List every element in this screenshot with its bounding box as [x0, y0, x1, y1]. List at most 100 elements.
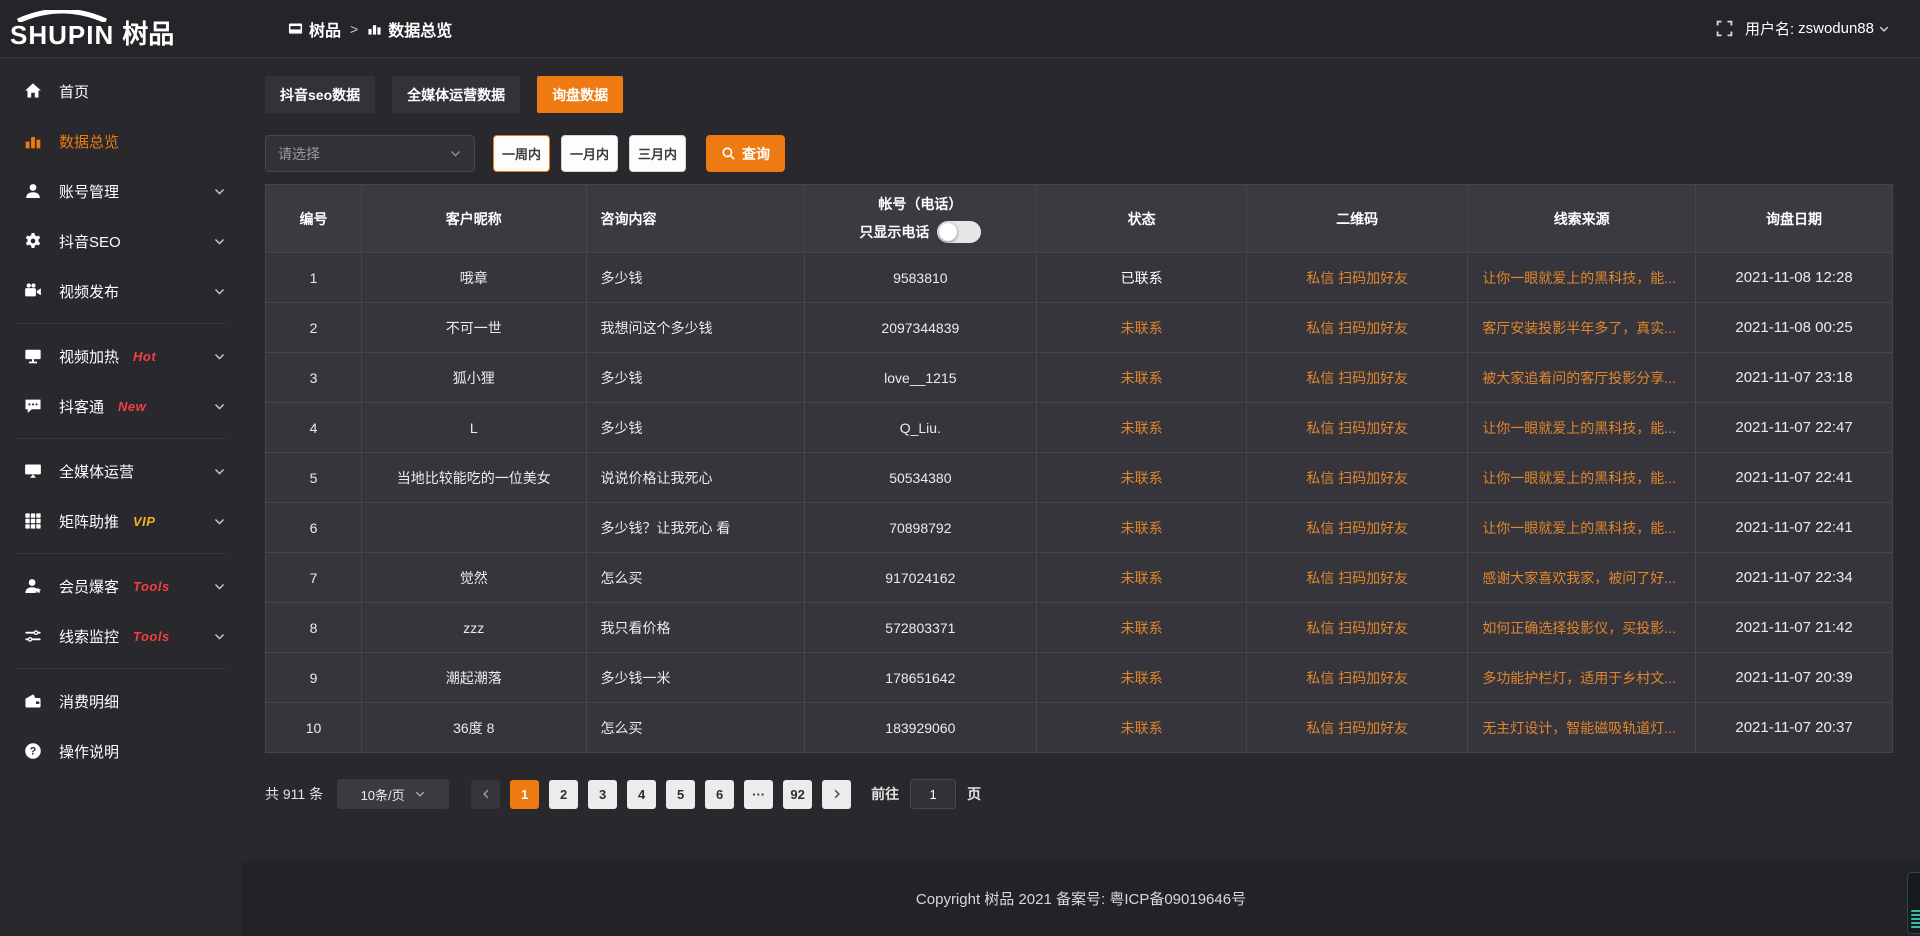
page-size-select[interactable]: 10条/页 [337, 779, 449, 809]
cell-account: 2097344839 [804, 303, 1037, 353]
cell-qrcode: 私信 扫码加好友 [1247, 603, 1468, 653]
sidebar-item-gear[interactable]: 抖音SEO [0, 216, 242, 266]
cell-account: 50534380 [804, 453, 1037, 503]
sidebar-item-question[interactable]: ? 操作说明 [0, 726, 242, 776]
sidebar-item-video-camera[interactable]: 视频发布 [0, 266, 242, 316]
goto-page-input[interactable] [910, 779, 956, 809]
cell-source: 感谢大家喜欢我家，被问了好... [1468, 553, 1696, 603]
monitor-icon [24, 462, 43, 481]
cell-qrcode: 私信 扫码加好友 [1247, 353, 1468, 403]
source-link[interactable]: 无主灯设计，智能磁吸轨道灯... [1482, 720, 1676, 736]
qrcode-link[interactable]: 私信 扫码加好友 [1306, 720, 1408, 736]
range-button-0[interactable]: 一周内 [493, 135, 550, 172]
search-button[interactable]: 查询 [706, 135, 785, 172]
table-row: 9 潮起潮落 多少钱一米 178651642 未联系 私信 扫码加好友 多功能护… [266, 653, 1893, 703]
search-button-label: 查询 [742, 144, 770, 164]
qrcode-link[interactable]: 私信 扫码加好友 [1306, 320, 1408, 336]
tab-0[interactable]: 抖音seo数据 [265, 76, 375, 113]
cell-qrcode: 私信 扫码加好友 [1247, 303, 1468, 353]
column-header-source: 线索来源 [1468, 185, 1696, 253]
source-link[interactable]: 让你一眼就爱上的黑科技，能... [1482, 270, 1676, 286]
floating-widget[interactable] [1907, 872, 1920, 934]
tab-2[interactable]: 询盘数据 [537, 76, 623, 113]
tab-1[interactable]: 全媒体运营数据 [392, 76, 520, 113]
sidebar-item-chat[interactable]: 抖客通 New [0, 381, 242, 431]
topbar-right: 用户名: zswodun88 [1716, 18, 1920, 39]
breadcrumb-label[interactable]: 数据总览 [388, 17, 452, 41]
cell-status: 未联系 [1037, 603, 1247, 653]
svg-text:?: ? [30, 746, 37, 758]
cell-status: 未联系 [1037, 303, 1247, 353]
sidebar-item-screen-play[interactable]: 视频加热 Hot [0, 331, 242, 381]
qrcode-link[interactable]: 私信 扫码加好友 [1306, 620, 1408, 636]
column-header-qrcode: 二维码 [1247, 185, 1468, 253]
qrcode-link[interactable]: 私信 扫码加好友 [1306, 420, 1408, 436]
sidebar-item-member[interactable]: 会员爆客 Tools [0, 561, 242, 611]
phone-only-toggle[interactable] [937, 221, 981, 243]
cell-source: 无主灯设计，智能磁吸轨道灯... [1468, 703, 1696, 753]
qrcode-link[interactable]: 私信 扫码加好友 [1306, 270, 1408, 286]
bar-chart-icon [24, 132, 43, 151]
sidebar-item-grid[interactable]: 矩阵助推 VIP [0, 496, 242, 546]
next-page-button[interactable] [822, 780, 851, 809]
sidebar: 首页 数据总览 账号管理 抖音SEO 视频发布 视频加热 H [0, 58, 242, 936]
page-button-6[interactable]: 6 [705, 780, 734, 809]
cell-status: 已联系 [1037, 253, 1247, 303]
sidebar-item-sliders[interactable]: 线索监控 Tools [0, 611, 242, 661]
chevron-down-icon [213, 400, 226, 413]
page-button-3[interactable]: 3 [588, 780, 617, 809]
sidebar-item-bar-chart[interactable]: 数据总览 [0, 116, 242, 166]
sidebar-item-wallet[interactable]: 消费明细 [0, 676, 242, 726]
source-link[interactable]: 客厅安装投影半年多了，真实... [1482, 320, 1676, 336]
breadcrumb-item-home[interactable]: 树品 [288, 17, 341, 41]
select-placeholder: 请选择 [278, 144, 320, 164]
qrcode-link[interactable]: 私信 扫码加好友 [1306, 470, 1408, 486]
source-link[interactable]: 感谢大家喜欢我家，被问了好... [1482, 570, 1676, 586]
cell-content: 多少钱 [586, 353, 804, 403]
sliders-icon [24, 627, 43, 646]
qrcode-link[interactable]: 私信 扫码加好友 [1306, 570, 1408, 586]
cell-status: 未联系 [1037, 553, 1247, 603]
sidebar-item-label: 矩阵助推 [59, 511, 119, 532]
sidebar-item-home[interactable]: 首页 [0, 66, 242, 116]
page-button-4[interactable]: 4 [627, 780, 656, 809]
page-button-1[interactable]: 1 [510, 780, 539, 809]
topbar: SHUPIN 树品 树品 > 数据总览 [0, 0, 1920, 58]
range-button-1[interactable]: 一月内 [561, 135, 618, 172]
breadcrumb-item-current[interactable]: 数据总览 [367, 17, 452, 41]
cell-id: 5 [266, 453, 362, 503]
cell-account: 178651642 [804, 653, 1037, 703]
user-menu[interactable]: 用户名: zswodun88 [1745, 18, 1890, 39]
sidebar-item-monitor[interactable]: 全媒体运营 [0, 446, 242, 496]
source-link[interactable]: 多功能护栏灯，适用于乡村文... [1482, 670, 1676, 686]
table-row: 1 哦章 多少钱 9583810 已联系 私信 扫码加好友 让你一眼就爱上的黑科… [266, 253, 1893, 303]
sidebar-item-user[interactable]: 账号管理 [0, 166, 242, 216]
page-button-2[interactable]: 2 [549, 780, 578, 809]
qrcode-link[interactable]: 私信 扫码加好友 [1306, 370, 1408, 386]
prev-page-button[interactable] [471, 780, 500, 809]
source-link[interactable]: 被大家追着问的客厅投影分享... [1482, 370, 1676, 386]
cell-qrcode: 私信 扫码加好友 [1247, 403, 1468, 453]
source-link[interactable]: 让你一眼就爱上的黑科技，能... [1482, 470, 1676, 486]
column-header-account-label: 帐号（电话） [878, 194, 962, 214]
breadcrumb-label[interactable]: 树品 [309, 17, 341, 41]
qrcode-link[interactable]: 私信 扫码加好友 [1306, 520, 1408, 536]
source-link[interactable]: 让你一眼就爱上的黑科技，能... [1482, 420, 1676, 436]
source-link[interactable]: 让你一眼就爱上的黑科技，能... [1482, 520, 1676, 536]
page-button-5[interactable]: 5 [666, 780, 695, 809]
filter-select[interactable]: 请选择 [265, 135, 475, 172]
cell-account: Q_Liu. [804, 403, 1037, 453]
page-ellipsis-button[interactable]: ··· [744, 780, 773, 809]
fullscreen-icon[interactable] [1716, 20, 1733, 37]
cell-status: 未联系 [1037, 503, 1247, 553]
page-button-92[interactable]: 92 [783, 780, 812, 809]
qrcode-link[interactable]: 私信 扫码加好友 [1306, 670, 1408, 686]
range-button-2[interactable]: 三月内 [629, 135, 686, 172]
user-icon [24, 182, 43, 201]
source-link[interactable]: 如何正确选择投影仪，买投影... [1482, 620, 1676, 636]
cell-account: 70898792 [804, 503, 1037, 553]
cell-account: 9583810 [804, 253, 1037, 303]
cell-id: 8 [266, 603, 362, 653]
cell-source: 让你一眼就爱上的黑科技，能... [1468, 453, 1696, 503]
sidebar-item-badge: New [118, 399, 146, 414]
